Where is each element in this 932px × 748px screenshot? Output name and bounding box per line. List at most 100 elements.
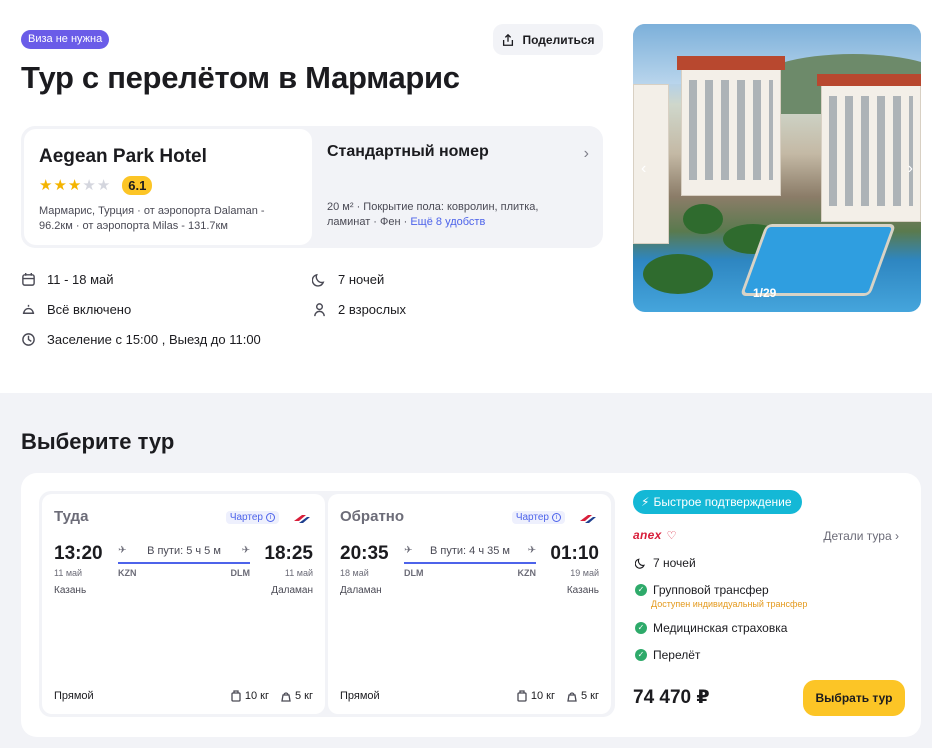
departure-city: Казань <box>54 585 87 596</box>
flight-label: Перелёт <box>653 648 701 662</box>
flight-route: ✈ В пути: 4 ч 35 м ✈ DLM KZN <box>404 545 536 581</box>
arrival-city: Казань <box>566 585 599 596</box>
offer-nights: 7 ночей <box>635 556 696 570</box>
handbag-value: 5 кг <box>295 690 313 702</box>
nights-value: 7 ночей <box>338 272 385 287</box>
tour-header-section: Виза не нужна Поделиться Тур с перелётом… <box>0 0 932 393</box>
departure-date: 18 май <box>340 568 369 578</box>
fact-nights: 7 ночей <box>312 272 384 287</box>
tour-selection-section: Выберите тур Туда Чартер i 13:20 11 май К… <box>0 393 932 748</box>
more-amenities-link[interactable]: Ещё 8 удобств <box>410 216 485 228</box>
flight-type: Прямой <box>54 690 94 702</box>
room-description: 20 м² · Покрытие пола: ковролин, плитка,… <box>327 200 567 230</box>
arrival-iata: DLM <box>230 568 251 578</box>
star-icon: ★ <box>53 176 67 194</box>
airline-logo-icon <box>580 515 596 523</box>
rating-row: ★ ★ ★ ★ ★ 6.1 <box>39 175 297 195</box>
moon-icon <box>635 558 645 569</box>
star-icon: ★ <box>82 176 96 194</box>
lightning-icon: ⚡ <box>641 495 650 509</box>
page-title: Тур с перелётом в Мармарис <box>21 60 460 95</box>
check-icon: ✓ <box>635 622 647 634</box>
tour-details-label: Детали тура <box>823 529 892 543</box>
fast-confirmation-badge: ⚡ Быстрое подтверждение <box>633 490 802 514</box>
handbag-icon <box>281 692 291 702</box>
chevron-right-icon[interactable]: › <box>908 160 913 178</box>
flight-times: 20:35 18 май Даламан ✈ В пути: 4 ч 35 м … <box>340 543 599 603</box>
airline-logo-icon <box>294 515 310 523</box>
insurance-label: Медицинская страховка <box>653 621 788 635</box>
arrival-date: 11 май <box>284 568 313 578</box>
photo-building <box>633 84 669 244</box>
arrival-city: Даламан <box>271 585 313 596</box>
baggage-info: 10 кг 5 кг <box>231 690 313 702</box>
chevron-left-icon[interactable]: ‹ <box>641 160 646 178</box>
departure-city: Даламан <box>340 585 382 596</box>
visa-badge: Виза не нужна <box>21 30 110 49</box>
info-icon: i <box>266 513 275 522</box>
charter-badge[interactable]: Чартер i <box>511 511 565 524</box>
star-icon: ★ <box>39 176 53 194</box>
chevron-right-icon: › <box>895 529 899 543</box>
fact-guests: 2 взрослых <box>312 302 406 317</box>
photo-windows <box>689 80 773 180</box>
suitcase-icon <box>517 690 527 702</box>
offer-transfer: ✓ Групповой трансфер <box>635 583 769 597</box>
rating-score-badge: 6.1 <box>122 175 153 195</box>
calendar-icon <box>22 272 35 286</box>
transfer-label: Групповой трансфер <box>653 583 769 597</box>
heart-icon[interactable]: ♡ <box>667 529 677 542</box>
flight-duration: В пути: 4 ч 35 м <box>430 545 510 557</box>
flight-footer: Прямой 10 кг 5 кг <box>340 688 599 704</box>
departure-time: 13:20 <box>54 543 103 564</box>
arrival-time: 01:10 <box>550 543 599 564</box>
cloche-icon <box>22 304 35 314</box>
share-label: Поделиться <box>522 32 595 47</box>
charter-badge[interactable]: Чартер i <box>225 511 279 524</box>
star-icon: ★ <box>67 176 82 194</box>
photo-tree <box>683 204 723 234</box>
hotel-info[interactable]: Aegean Park Hotel ★ ★ ★ ★ ★ 6.1 Мармарис, Ту… <box>24 129 312 245</box>
landing-icon: ✈ <box>241 545 250 556</box>
fact-dates: 11 - 18 май <box>21 272 114 287</box>
room-selector[interactable]: Стандартный номер › 20 м² · Покрытие пол… <box>327 143 589 243</box>
choose-tour-button[interactable]: Выбрать тур <box>803 680 905 716</box>
tour-details-link[interactable]: Детали тура › <box>823 529 899 543</box>
handbag-icon <box>567 692 577 702</box>
charter-label: Чартер <box>229 512 263 523</box>
hotel-name[interactable]: Aegean Park Hotel <box>39 146 297 168</box>
flights-block: Туда Чартер i 13:20 11 май Казань ✈ В пут… <box>39 491 615 717</box>
person-icon <box>314 303 325 317</box>
arrival-time: 18:25 <box>264 543 313 564</box>
landing-icon: ✈ <box>527 545 536 556</box>
tour-offer: ⚡ Быстрое подтверждение anex ♡ Детали ту… <box>633 490 905 722</box>
departure-iata: KZN <box>118 568 137 578</box>
tour-option-card: Туда Чартер i 13:20 11 май Казань ✈ В пут… <box>21 473 921 737</box>
meal-value: Всё включено <box>47 302 132 317</box>
flight-duration: В пути: 5 ч 5 м <box>147 545 221 557</box>
baggage-value: 10 кг <box>530 690 555 702</box>
flight-return[interactable]: Обратно Чартер i 20:35 18 май Даламан ✈ В… <box>328 494 611 714</box>
flight-outbound[interactable]: Туда Чартер i 13:20 11 май Казань ✈ В пут… <box>42 494 325 714</box>
fact-checkin: Заселение с 15:00 , Выезд до 11:00 <box>21 332 261 347</box>
baggage-value: 10 кг <box>244 690 269 702</box>
handbag-value: 5 кг <box>581 690 599 702</box>
handbag-allowance: 5 кг <box>567 690 599 702</box>
check-icon: ✓ <box>635 584 647 596</box>
share-button[interactable]: Поделиться <box>493 24 603 55</box>
arrival-iata: KZN <box>517 568 537 578</box>
departure-time: 20:35 <box>340 543 389 564</box>
offer-insurance: ✓ Медицинская страховка <box>635 621 787 635</box>
share-icon <box>503 33 514 46</box>
hotel-photo-gallery[interactable]: ‹ › 1/29 <box>633 24 921 312</box>
route-line <box>404 562 536 564</box>
photo-windows <box>829 96 913 206</box>
clock-icon <box>22 333 35 346</box>
fast-confirmation-label: Быстрое подтверждение <box>653 495 792 509</box>
baggage-allowance: 10 кг <box>517 690 555 702</box>
charter-label: Чартер <box>515 512 549 523</box>
fact-meal: Всё включено <box>21 302 131 317</box>
info-icon: i <box>552 513 561 522</box>
arrival-date: 19 май <box>570 568 599 578</box>
hotel-stars: ★ ★ ★ ★ ★ <box>39 178 110 193</box>
